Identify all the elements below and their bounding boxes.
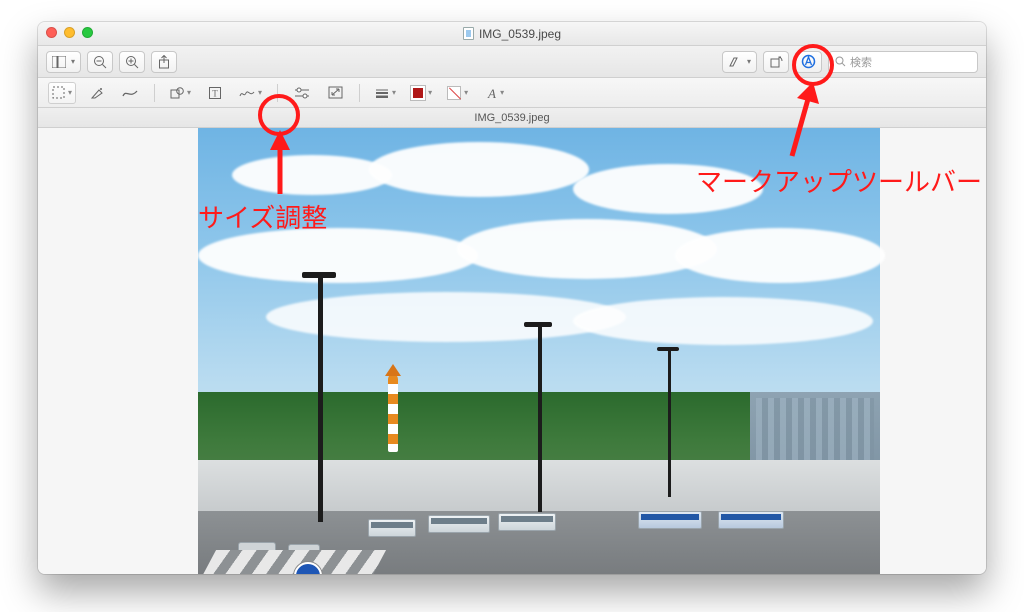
text-button[interactable]: T: [203, 82, 227, 104]
tab-strip: IMG_0539.jpeg: [38, 108, 986, 128]
view-mode-button[interactable]: [46, 51, 81, 73]
fill-color-button[interactable]: [444, 82, 471, 104]
search-placeholder: 検索: [850, 54, 872, 70]
shapes-button[interactable]: [167, 82, 194, 104]
border-color-swatch: [411, 86, 425, 100]
adjust-size-button[interactable]: [323, 82, 347, 104]
preview-window: IMG_0539.jpeg: [38, 22, 986, 574]
share-button[interactable]: [151, 51, 177, 73]
sign-button[interactable]: [236, 82, 265, 104]
line-style-button[interactable]: [372, 82, 399, 104]
zoom-in-button[interactable]: [119, 51, 145, 73]
fill-color-swatch: [447, 86, 461, 100]
sketch-button[interactable]: [118, 82, 142, 104]
search-icon: [835, 56, 846, 67]
svg-text:T: T: [212, 88, 218, 98]
canvas-area[interactable]: [38, 128, 986, 574]
border-color-button[interactable]: [408, 82, 435, 104]
rotate-button[interactable]: [763, 51, 789, 73]
instant-alpha-button[interactable]: [85, 82, 109, 104]
markup-toolbar: T A: [38, 78, 986, 108]
zoom-out-button[interactable]: [87, 51, 113, 73]
document-icon: [463, 27, 474, 40]
window-title: IMG_0539.jpeg: [479, 27, 561, 41]
image-content: [198, 128, 880, 574]
adjust-color-button[interactable]: [290, 82, 314, 104]
highlight-button[interactable]: [722, 51, 757, 73]
tab-active[interactable]: IMG_0539.jpeg: [474, 112, 549, 124]
zoom-icon[interactable]: [82, 27, 93, 38]
selection-tool-button[interactable]: [48, 82, 76, 104]
window-controls: [46, 27, 93, 38]
titlebar: IMG_0539.jpeg: [38, 22, 986, 46]
minimize-icon[interactable]: [64, 27, 75, 38]
main-toolbar: 検索: [38, 46, 986, 78]
search-input[interactable]: 検索: [828, 51, 978, 73]
font-style-button[interactable]: A: [480, 82, 507, 104]
markup-button[interactable]: [795, 51, 822, 73]
close-icon[interactable]: [46, 27, 57, 38]
svg-text:A: A: [487, 87, 496, 99]
